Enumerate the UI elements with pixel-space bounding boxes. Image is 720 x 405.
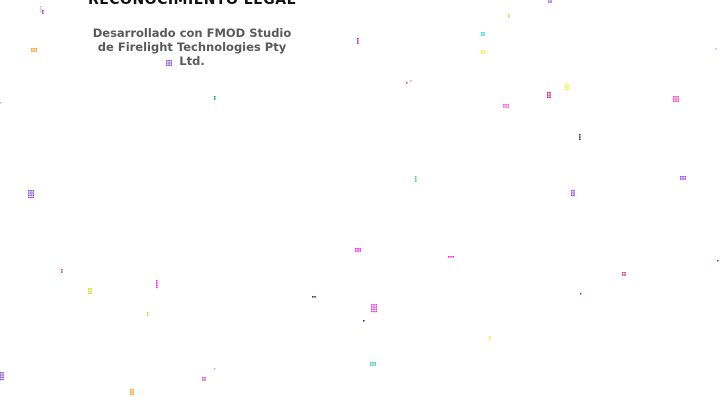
confetti-particle	[579, 134, 581, 140]
confetti-particle	[156, 280, 158, 289]
confetti-particle	[680, 176, 686, 180]
confetti-particle	[370, 362, 376, 366]
confetti-particle	[88, 288, 92, 294]
confetti-particle	[673, 96, 679, 102]
confetti-particle	[214, 96, 216, 100]
confetti-particle	[410, 80, 412, 82]
confetti-particle	[355, 248, 361, 252]
confetti-particle	[61, 269, 63, 273]
confetti-particle	[371, 304, 377, 313]
confetti-particle	[717, 260, 719, 262]
confetti-particle	[571, 190, 575, 196]
confetti-particle	[147, 312, 149, 316]
confetti-particle	[0, 372, 4, 381]
confetti-particle	[481, 50, 485, 54]
confetti-particle	[489, 336, 491, 340]
confetti-particle	[565, 84, 569, 90]
confetti-particle	[622, 272, 626, 276]
confetti-particle	[28, 190, 34, 199]
confetti-particle	[40, 6, 42, 12]
confetti-particle	[548, 0, 552, 3]
confetti-particle	[448, 256, 454, 258]
confetti-particle	[214, 368, 216, 370]
fmod-credit-text: Desarrollado con FMOD Studio de Fireligh…	[92, 26, 292, 68]
confetti-particle	[481, 32, 485, 36]
confetti-particle	[42, 10, 44, 14]
confetti-particle	[202, 377, 206, 381]
confetti-particle	[415, 176, 417, 182]
confetti-particle	[357, 38, 359, 44]
confetti-particle	[312, 296, 316, 298]
confetti-particle	[363, 320, 365, 322]
confetti-particle	[715, 48, 717, 50]
credits-heading: RECONOCIMIENTO LEGAL	[87, 0, 297, 8]
confetti-particle	[130, 389, 134, 395]
credits-screen: RECONOCIMIENTO LEGAL Desarrollado con FM…	[0, 0, 720, 405]
confetti-particle	[503, 104, 509, 108]
confetti-particle	[547, 92, 551, 98]
confetti-particle	[580, 293, 582, 295]
confetti-particle	[406, 82, 408, 84]
confetti-particle	[508, 14, 510, 18]
confetti-particle	[31, 48, 37, 52]
confetti-particle	[0, 102, 2, 104]
